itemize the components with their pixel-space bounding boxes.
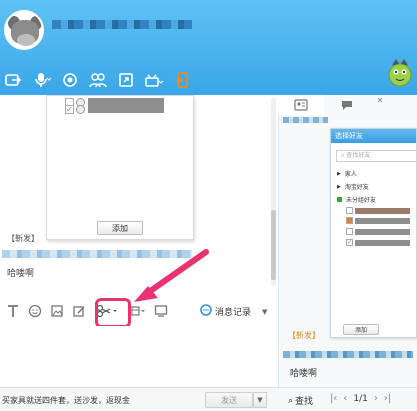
- send-button[interactable]: 发送: [205, 392, 253, 408]
- close-icon[interactable]: ✕: [370, 95, 390, 115]
- group-label: 未分组好友: [346, 197, 377, 204]
- edit-icon[interactable]: [68, 301, 90, 321]
- message-text: 哈喽啊: [7, 269, 35, 279]
- dialog-title: 选择好友: [331, 129, 416, 143]
- share-icon[interactable]: [0, 69, 28, 91]
- search-label: 查找: [295, 397, 314, 407]
- font-icon[interactable]: [2, 301, 24, 321]
- right-tabs: ✕: [278, 95, 417, 115]
- send-options-button[interactable]: ▼: [253, 392, 267, 408]
- group-ungrouped[interactable]: 未分组好友: [337, 195, 376, 204]
- image-icon[interactable]: [46, 301, 68, 321]
- checkbox[interactable]: [346, 217, 353, 224]
- list-item: [346, 228, 410, 235]
- list-item: ✓: [346, 239, 410, 246]
- search-history-button[interactable]: ⌕ 查找: [288, 394, 314, 408]
- group-taobao[interactable]: ▶ 淘宝好友: [337, 182, 369, 192]
- search-icon: ⌕: [288, 395, 294, 406]
- expand-icon: [337, 197, 342, 202]
- contact-name-blurred: [52, 20, 192, 29]
- checkbox[interactable]: ✓: [346, 239, 353, 246]
- next-page-icon[interactable]: ›: [374, 393, 378, 404]
- select-friend-dialog: 选择好友 ⌕ 查找好友 ▶ 家人 ▶ 淘宝好友 未分组好友 ✓ 添加: [330, 128, 417, 338]
- video-icon[interactable]: [56, 69, 84, 91]
- mascot-icon: [387, 57, 413, 87]
- chat-toolbar: [0, 68, 196, 92]
- page-indicator: 1/1: [353, 393, 368, 404]
- message-input[interactable]: [0, 326, 278, 386]
- add-button[interactable]: 添加: [97, 221, 143, 235]
- ad-text[interactable]: 买家具就送四件套，送沙发，返现金: [2, 395, 130, 406]
- friend-search-input[interactable]: ⌕ 查找好友: [336, 150, 417, 162]
- message-text: 哈喽啊: [290, 369, 318, 379]
- list-item: [346, 217, 410, 224]
- group-family[interactable]: ▶ 家人: [337, 169, 357, 179]
- group-label: 淘宝好友: [344, 184, 369, 191]
- checkbox[interactable]: [346, 207, 353, 214]
- status-icon: [76, 104, 85, 114]
- chat-scroll-thumb[interactable]: [271, 210, 276, 280]
- checkbox[interactable]: [346, 228, 353, 235]
- scissors-highlight-box: [95, 298, 131, 328]
- right-blurred-text: [283, 117, 328, 123]
- bottom-bar: 买家具就送四件套，送沙发，返现金 发送 ▼ ⌕ 查找 |‹ ‹ 1/1 › ›|: [0, 387, 417, 411]
- avatar-snout: [17, 34, 35, 46]
- message-sender: 【靳发】: [7, 234, 39, 243]
- last-page-icon[interactable]: ›|: [384, 393, 391, 404]
- contact-avatar[interactable]: [4, 10, 44, 50]
- search-placeholder: 查找好友: [346, 152, 371, 159]
- message-history-button[interactable]: 消息记录 ▼: [200, 304, 267, 319]
- list-item: ✓: [65, 103, 164, 115]
- group-label: 家人: [344, 171, 357, 178]
- first-page-icon[interactable]: |‹: [330, 393, 337, 404]
- list-item: [346, 207, 410, 214]
- chevron-right-icon: ▶: [337, 183, 341, 190]
- emoji-icon[interactable]: [24, 301, 46, 321]
- friend-name-blurred: [355, 228, 410, 235]
- app-icon[interactable]: [140, 69, 168, 91]
- tab-chat[interactable]: [324, 95, 370, 115]
- friend-name-blurred: [355, 217, 410, 224]
- add-button[interactable]: 添加: [343, 324, 379, 335]
- microphone-icon[interactable]: [28, 69, 56, 91]
- group-icon[interactable]: [84, 69, 112, 91]
- remote-desktop-icon[interactable]: [112, 69, 140, 91]
- search-icon: ⌕: [341, 152, 345, 159]
- friend-name-blurred: [355, 207, 410, 214]
- pointer-arrow: [134, 249, 209, 302]
- checkbox[interactable]: ✓: [65, 104, 74, 114]
- prev-page-icon[interactable]: ‹: [343, 393, 347, 404]
- pagination: |‹ ‹ 1/1 › ›|: [330, 393, 391, 404]
- message-sender: 【靳发】: [288, 331, 320, 340]
- history-label: 消息记录: [215, 308, 252, 318]
- file-transfer-icon[interactable]: [168, 69, 196, 91]
- tab-profile[interactable]: [278, 95, 324, 115]
- history-icon: [200, 304, 212, 319]
- screenshot-popup: ✓ 添加: [46, 95, 194, 240]
- friend-name-blurred: [88, 105, 164, 113]
- message-time-blurred: [283, 351, 413, 358]
- chevron-down-icon: ▼: [262, 307, 268, 316]
- friend-name-blurred: [355, 239, 410, 246]
- chevron-right-icon: ▶: [337, 170, 341, 177]
